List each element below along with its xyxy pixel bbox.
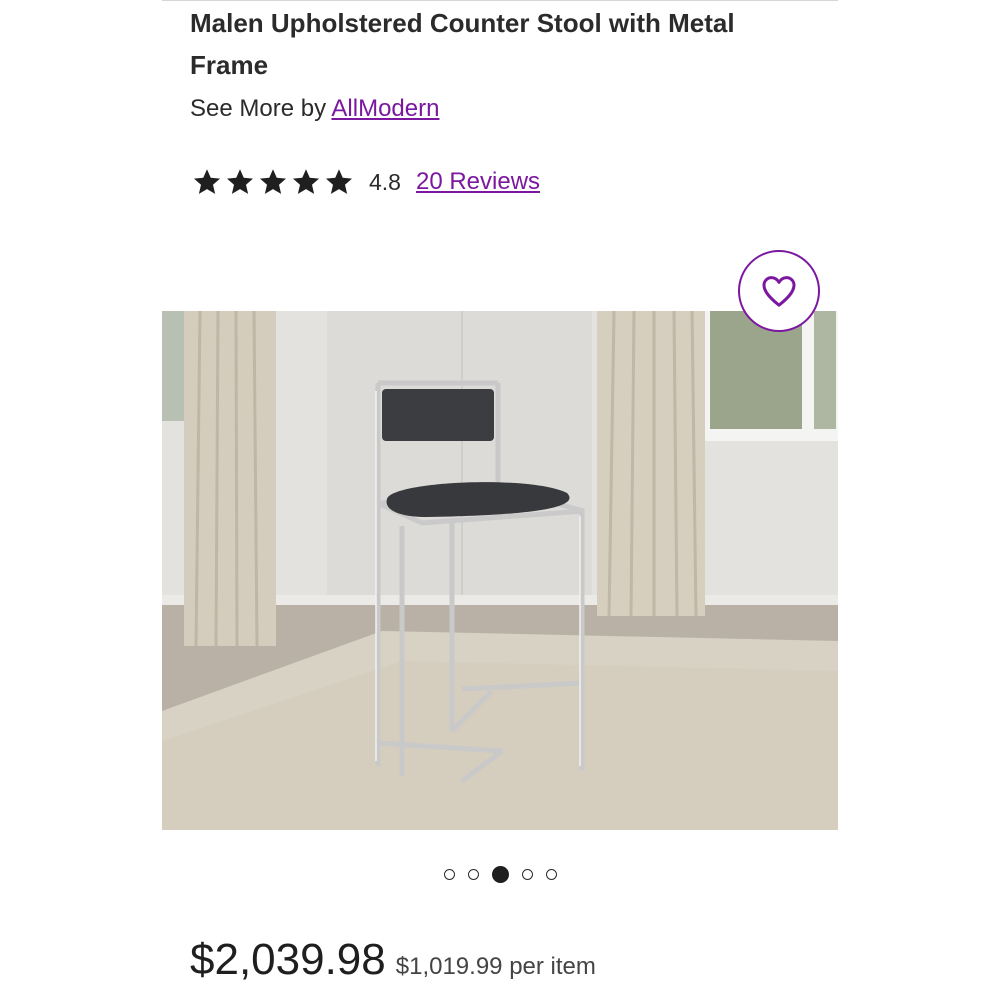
rating-summary: 4.8 20 Reviews bbox=[192, 162, 540, 202]
carousel-dot[interactable] bbox=[545, 868, 557, 880]
carousel-pagination bbox=[0, 864, 1000, 884]
carousel-dot-active[interactable] bbox=[491, 865, 509, 883]
byline-prefix: See More by bbox=[190, 95, 327, 122]
top-divider bbox=[162, 0, 838, 1]
product-image[interactable] bbox=[162, 311, 838, 830]
carousel-dot[interactable] bbox=[521, 868, 533, 880]
reviews-link[interactable]: 20 Reviews bbox=[416, 168, 540, 196]
carousel-dot[interactable] bbox=[467, 868, 479, 880]
star-rating bbox=[192, 167, 354, 197]
star-icon bbox=[194, 169, 220, 194]
price-row: $2,039.98 $1,019.99 per item bbox=[190, 935, 596, 985]
heart-icon bbox=[762, 276, 796, 307]
star-icon bbox=[260, 169, 286, 194]
unit-price: $1,019.99 per item bbox=[395, 953, 596, 980]
brand-link[interactable]: AllModern bbox=[331, 95, 439, 122]
rating-value: 4.8 bbox=[369, 168, 401, 195]
product-photo-illustration bbox=[162, 311, 838, 830]
star-icon bbox=[227, 169, 253, 194]
star-icon bbox=[293, 169, 319, 194]
product-title: Malen Upholstered Counter Stool with Met… bbox=[190, 8, 735, 80]
star-icon bbox=[326, 169, 352, 194]
carousel-dot[interactable] bbox=[443, 868, 455, 880]
total-price: $2,039.98 bbox=[190, 935, 386, 984]
brand-byline: See More by AllModern bbox=[190, 92, 439, 126]
favorite-button[interactable] bbox=[738, 250, 820, 332]
